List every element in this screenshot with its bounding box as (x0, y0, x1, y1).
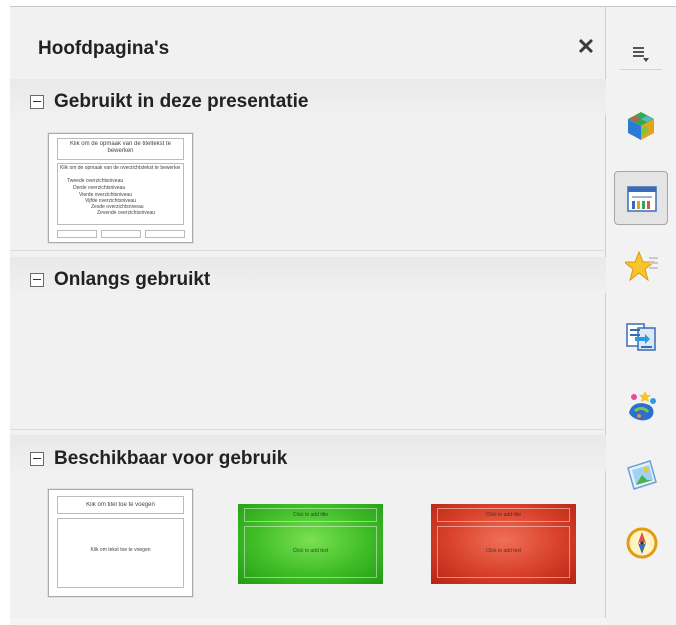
section-used-header[interactable]: Gebruikt in deze presentatie (30, 88, 308, 116)
animation-icon (625, 250, 658, 282)
used-master-thumbnail[interactable]: Klik om de opmaak van de titeltekst te b… (48, 133, 193, 243)
available-master-default[interactable]: Klik om titel toe te voegen Klik om teks… (48, 489, 193, 597)
thumb-title-text: Click to add title (485, 512, 522, 518)
navigator-button[interactable] (614, 515, 668, 569)
collapse-icon[interactable] (30, 273, 44, 287)
animation-button[interactable] (614, 239, 668, 293)
section-available-header[interactable]: Beschikbaar voor gebruik (30, 445, 287, 473)
section-divider (10, 429, 606, 430)
properties-icon (628, 112, 654, 140)
thumb-title-text: Klik om de opmaak van de titeltekst te b… (69, 141, 172, 154)
collapse-icon[interactable] (30, 452, 44, 466)
styles-icon (629, 391, 656, 421)
available-master-red[interactable]: Click to add title Click to add text (431, 504, 576, 584)
thumb-footer-number (145, 230, 185, 238)
thumb-body-line: Tweede overzichtsniveau (67, 178, 124, 184)
section-divider (10, 250, 606, 251)
styles-button[interactable] (614, 378, 668, 432)
section-used-label: Gebruikt in deze presentatie (54, 91, 309, 112)
thumb-body-text: Klik om tekst toe te voegen (90, 547, 151, 553)
panel-title: Hoofdpagina's (38, 38, 170, 59)
sidebar-tabbar (606, 7, 676, 625)
window-left-edge (0, 0, 10, 625)
thumb-title-text: Click to add title (292, 512, 329, 518)
sidebar-menu-icon[interactable] (630, 43, 652, 70)
thumb-body-text: Click to add text (485, 548, 522, 554)
scroll-edge (10, 618, 606, 625)
slide-transition-button[interactable] (614, 309, 668, 363)
master-slides-button[interactable] (614, 171, 668, 225)
section-available-label: Beschikbaar voor gebruik (54, 448, 288, 469)
available-master-green[interactable]: Click to add title Click to add text (238, 504, 383, 584)
gallery-icon (627, 460, 657, 490)
section-recent-label: Onlangs gebruikt (54, 269, 211, 290)
slide-transition-icon (626, 323, 656, 351)
thumb-footer-text (101, 230, 141, 238)
panel-header: Hoofdpagina's ✕ (10, 7, 606, 77)
collapse-icon[interactable] (30, 95, 44, 109)
thumb-title-text: Klik om titel toe te voegen (86, 502, 155, 508)
close-button[interactable]: ✕ (572, 33, 600, 61)
section-recent-header[interactable]: Onlangs gebruikt (30, 266, 210, 294)
gallery-button[interactable] (614, 447, 668, 501)
thumb-body-line: Klik om de opmaak van de overzichtstekst… (60, 165, 180, 171)
master-slides-icon (627, 186, 657, 212)
thumb-body-text: Click to add text (292, 548, 329, 554)
thumb-footer-date (57, 230, 97, 238)
sidebar-separator (620, 69, 662, 70)
navigator-icon (626, 527, 658, 559)
thumb-body-line: Derde overzichtsniveau (73, 185, 126, 191)
thumb-body-box (57, 518, 184, 588)
properties-button[interactable] (614, 99, 668, 153)
thumb-body-line: Zevende overzichtsniveau (97, 210, 156, 216)
master-pages-panel: Hoofdpagina's ✕ Gebruikt in deze present… (10, 7, 606, 625)
